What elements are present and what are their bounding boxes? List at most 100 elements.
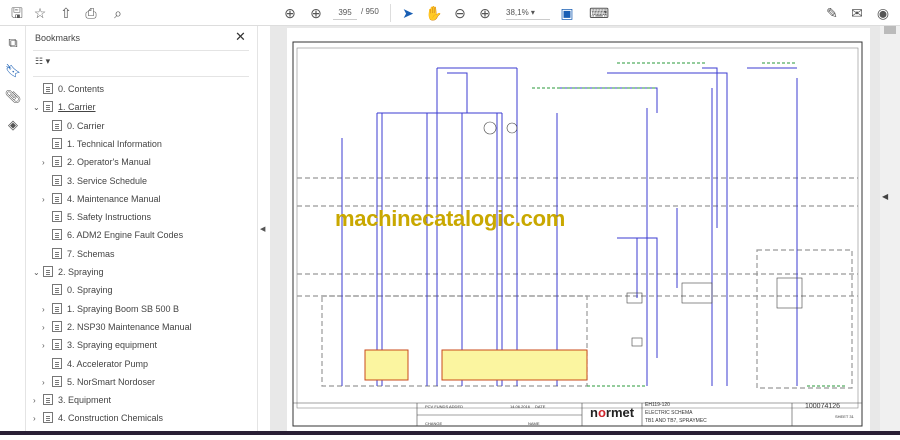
page-fit-icon[interactable]: ▣ (558, 4, 576, 22)
title-block-code: EH119-120 (645, 402, 670, 408)
chevron-icon[interactable]: ⌄ (33, 264, 43, 282)
bookmark-item[interactable]: 3. Service Schedule (42, 172, 147, 190)
zoom-value: 38,1% (506, 8, 529, 17)
normet-logo: normet (590, 405, 635, 420)
bookmark-label: 0. Carrier (67, 120, 105, 131)
bookmark-label: 0. Contents (58, 84, 105, 94)
bookmark-page-icon (52, 339, 62, 351)
bookmark-page-icon (52, 302, 62, 314)
scroll-mode-icon[interactable]: ⌨ (589, 4, 609, 22)
date-label: DATE (535, 404, 546, 409)
taskbar-edge (0, 431, 900, 435)
bookmark-item[interactable]: ⌄ 2. Spraying (33, 263, 104, 281)
bookmark-label: 1. Carrier (58, 102, 96, 113)
bookmark-label: 4. Accelerator Pump (67, 358, 149, 369)
sign-icon[interactable]: ✎ (823, 4, 841, 22)
bookmark-label: 1. Technical Information (67, 138, 162, 149)
attachment-icon[interactable]: 📎︎ (4, 88, 22, 106)
bookmark-item[interactable]: ⌄ 1. Carrier (33, 98, 96, 116)
bookmark-label: 4. Maintenance Manual (67, 193, 161, 204)
bookmark-item[interactable]: 7. Schemas (42, 245, 115, 263)
chevron-icon[interactable]: › (33, 410, 43, 428)
bookmark-item[interactable]: 6. ADM2 Engine Fault Codes (42, 226, 183, 244)
date-value: 14.06.2016 (510, 404, 531, 409)
bookmark-page-icon (52, 192, 62, 204)
bookmark-item[interactable]: 5. Safety Instructions (42, 208, 151, 226)
bookmark-label: 6. ADM2 Engine Fault Codes (67, 230, 184, 241)
bookmark-page-icon (52, 357, 62, 369)
title-block-subtitle: TB1 AND TB7, SPRAYMEC (645, 418, 707, 424)
bookmark-label: 7. Schemas (67, 248, 115, 259)
chevron-icon[interactable]: › (42, 319, 52, 337)
bookmarks-title: Bookmarks (35, 33, 81, 43)
bookmark-page-icon (43, 266, 53, 277)
chevron-icon[interactable]: › (42, 301, 52, 319)
bookmark-item[interactable]: 1. Technical Information (42, 135, 162, 153)
zoom-out-icon[interactable]: ⊖ (451, 4, 469, 22)
bookmark-item[interactable]: › 1. Spraying Boom SB 500 B (42, 300, 179, 318)
bookmark-item[interactable]: › 2. NSP30 Maintenance Manual (42, 318, 192, 336)
layers-icon[interactable]: ◈ (4, 116, 22, 134)
bookmark-label: 4. Construction Chemicals (58, 413, 164, 424)
chevron-icon[interactable]: › (42, 337, 52, 355)
collapse-panel-icon[interactable]: ◀ (260, 225, 265, 233)
bookmarks-panel: Bookmarks ✕ ☷ ▾ 0. Contents ⌄ 1. Carrier 0.… (27, 26, 258, 435)
bookmark-page-icon (52, 320, 62, 332)
bookmark-page-icon (52, 375, 62, 387)
page-number-input[interactable]: 395 (333, 6, 357, 20)
print-icon[interactable]: ⎙ (82, 4, 100, 22)
select-cursor-icon[interactable]: ➤ (399, 4, 417, 22)
chevron-icon[interactable]: › (42, 374, 52, 392)
bookmark-page-icon (43, 394, 53, 406)
bookmark-page-icon (43, 83, 53, 94)
bookmark-page-icon (43, 101, 53, 113)
close-icon[interactable]: ✕ (235, 29, 246, 45)
hand-tool-icon[interactable]: ✋ (425, 4, 443, 22)
bookmark-star-icon[interactable]: ☆ (31, 4, 49, 22)
vertical-scrollbar[interactable] (880, 26, 900, 435)
bookmark-label: 2. Operator's Manual (67, 157, 151, 168)
bookmark-item[interactable]: › 3. Equipment (33, 391, 111, 409)
divider (33, 76, 249, 77)
bookmark-label: 5. NorSmart Nordoser (67, 376, 156, 387)
bookmark-item[interactable]: 0. Contents (33, 80, 104, 98)
previous-page-icon[interactable]: ⊕ (281, 4, 299, 22)
save-icon[interactable]: 🖫 (8, 4, 26, 22)
bookmark-page-icon (52, 119, 62, 131)
bookmark-label: 2. Spraying (58, 267, 104, 277)
expand-right-panel-icon[interactable]: ◀ (882, 192, 888, 201)
bookmark-item[interactable]: › 3. Spraying equipment (42, 336, 157, 354)
upload-cloud-icon[interactable]: ⇧ (57, 4, 75, 22)
chevron-icon[interactable]: › (33, 392, 43, 410)
bookmark-item[interactable]: 4. Accelerator Pump (42, 355, 148, 373)
bookmark-item[interactable]: 0. Carrier (42, 117, 105, 135)
bookmark-options-button[interactable]: ☷ ▾ (35, 56, 50, 67)
name-label: NAME (528, 421, 540, 426)
pages-icon[interactable]: ⧉ (4, 34, 22, 52)
search-icon[interactable]: ⌕ (109, 4, 127, 22)
bookmark-item[interactable]: 0. Spraying (42, 281, 113, 299)
chevron-icon[interactable]: › (42, 191, 52, 209)
bookmark-label: 2. NSP30 Maintenance Manual (67, 321, 192, 332)
account-icon[interactable]: ◉ (874, 4, 892, 22)
next-page-icon[interactable]: ⊕ (307, 4, 325, 22)
title-block-title: ELECTRIC SCHEMA (645, 410, 693, 416)
bookmark-item[interactable]: › 4. Maintenance Manual (42, 190, 161, 208)
revision-text: PCV FUNDS ADDED (425, 404, 464, 409)
chevron-icon[interactable]: ⌄ (33, 99, 43, 117)
bookmark-label: 3. Equipment (58, 395, 112, 406)
email-icon[interactable]: ✉ (848, 4, 866, 22)
bookmark-item[interactable]: › 2. Operator's Manual (42, 153, 151, 171)
bookmark-item[interactable]: › 4. Construction Chemicals (33, 409, 163, 427)
divider (33, 50, 249, 51)
watermark-text: machinecatalogic.com (335, 206, 565, 231)
chevron-icon[interactable]: › (42, 154, 52, 172)
bookmark-page-icon (52, 211, 62, 223)
bookmark-item[interactable]: › 5. NorSmart Nordoser (42, 373, 155, 391)
zoom-in-icon[interactable]: ⊕ (476, 4, 494, 22)
bookmark-page-icon (52, 229, 62, 241)
scrollbar-thumb[interactable] (884, 26, 896, 34)
bookmark-page-icon (52, 247, 62, 259)
zoom-level-dropdown[interactable]: 38,1% ▾ (506, 6, 550, 20)
bookmarks-icon[interactable]: 🔖︎ (4, 62, 22, 80)
